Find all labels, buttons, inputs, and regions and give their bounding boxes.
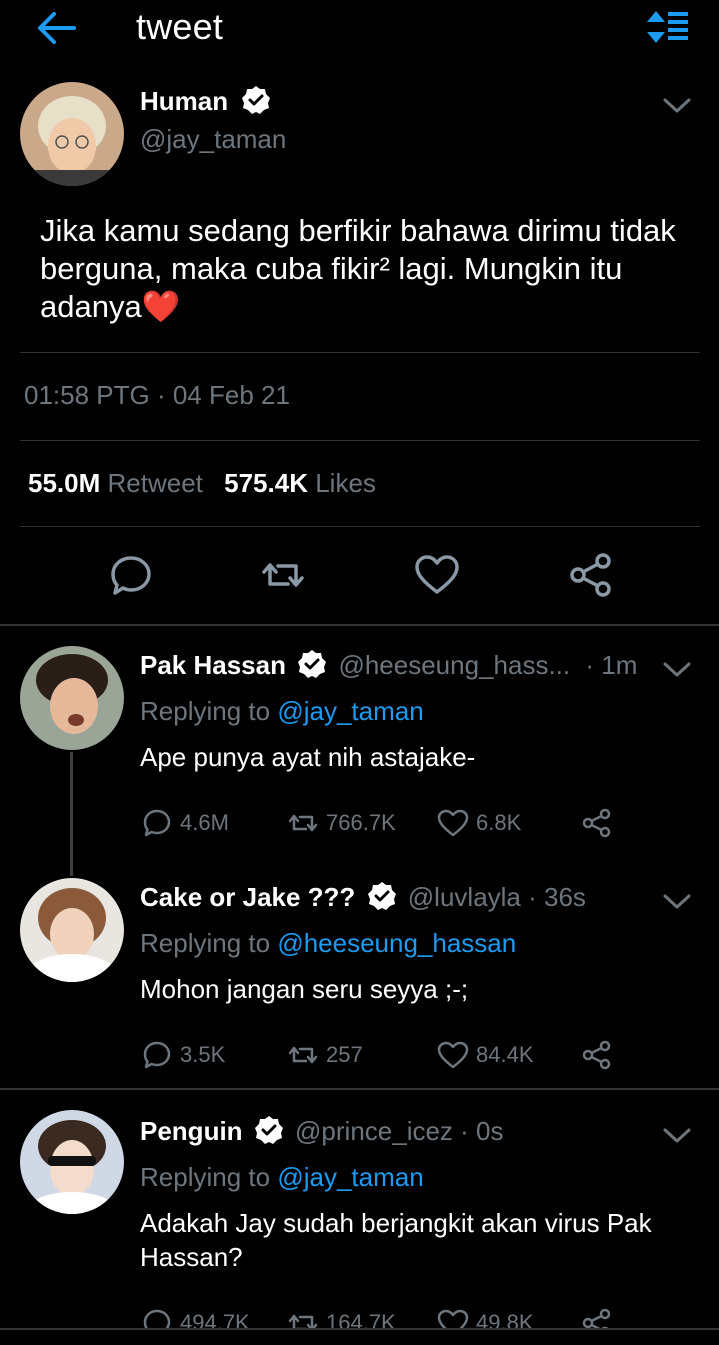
reply-icon: [143, 1309, 171, 1330]
reply-text: Mohon jangan seru seyya ;-;: [140, 974, 469, 1004]
reply-author-handle[interactable]: @heeseung_hass...: [338, 650, 570, 680]
like-icon: [437, 1041, 469, 1069]
retweet-label[interactable]: Retweet: [108, 468, 203, 498]
tweet-timestamp: 01:58 PTG · 04 Feb 21: [24, 380, 290, 410]
replying-to: Replying to @heeseung_hassan: [140, 928, 516, 959]
share-icon[interactable]: [566, 550, 616, 600]
replying-label: Replying to: [140, 696, 271, 726]
reply-button[interactable]: 3.5K: [140, 1038, 225, 1072]
reply-count: 3.5K: [180, 1042, 226, 1067]
avatar[interactable]: [20, 878, 124, 982]
chevron-down-icon[interactable]: [662, 1124, 692, 1146]
reply-header: Pak Hassan @heeseung_hass... · 1m: [140, 650, 637, 681]
retweet-button[interactable]: 257: [286, 1038, 363, 1072]
share-icon[interactable]: [580, 1038, 614, 1072]
retweet-button[interactable]: 164.7K: [286, 1306, 396, 1330]
like-count[interactable]: 575.4K: [224, 468, 308, 498]
reply-time: · 36s: [528, 882, 586, 912]
verified-icon: [254, 1115, 284, 1145]
like-count: 84.4K: [476, 1042, 534, 1067]
replying-to: Replying to @jay_taman: [140, 696, 424, 727]
author-row: Human: [140, 86, 271, 117]
verified-icon: [367, 881, 397, 911]
avatar[interactable]: [20, 1110, 124, 1214]
replying-label: Replying to: [140, 1162, 271, 1192]
share-icon[interactable]: [580, 806, 614, 840]
reply-count: 4.6M: [180, 810, 229, 835]
like-button[interactable]: 49.8K: [436, 1306, 534, 1330]
reply-icon[interactable]: [106, 550, 156, 600]
replying-to-handle[interactable]: @jay_taman: [277, 696, 423, 726]
divider: [20, 440, 700, 441]
reply-icon: [143, 809, 171, 837]
like-icon: [437, 809, 469, 837]
share-icon[interactable]: [580, 1306, 614, 1330]
reply-actions: 494.7K 164.7K 49.8K: [140, 1306, 620, 1330]
avatar[interactable]: [20, 646, 124, 750]
retweet-icon[interactable]: [258, 550, 308, 600]
reply-icon: [143, 1041, 171, 1069]
back-arrow-icon[interactable]: [34, 8, 78, 48]
replying-to-handle[interactable]: @jay_taman: [277, 1162, 423, 1192]
reply-button[interactable]: 494.7K: [140, 1306, 250, 1330]
divider: [20, 352, 700, 353]
thread-line: [70, 752, 73, 876]
like-count: 6.8K: [476, 810, 522, 835]
divider: [0, 624, 719, 626]
retweet-count: 257: [326, 1042, 363, 1067]
reply-author-name[interactable]: Penguin: [140, 1116, 243, 1146]
divider: [0, 1088, 719, 1090]
replying-to: Replying to @jay_taman: [140, 1162, 424, 1193]
sort-icon[interactable]: [644, 8, 690, 46]
replying-label: Replying to: [140, 928, 271, 958]
like-label[interactable]: Likes: [315, 468, 376, 498]
reply-actions: 4.6M 766.7K 6.8K: [140, 806, 620, 842]
reply-time: · 1m: [585, 650, 638, 680]
verified-icon: [297, 649, 327, 679]
divider: [20, 526, 700, 527]
reply-author-name[interactable]: Pak Hassan: [140, 650, 286, 680]
tweet-stats: 55.0M Retweet 575.4K Likes: [28, 468, 376, 499]
chevron-down-icon[interactable]: [662, 94, 692, 116]
like-button[interactable]: 84.4K: [436, 1038, 534, 1072]
reply-actions: 3.5K 257 84.4K: [140, 1038, 620, 1074]
reply-author-handle[interactable]: @luvlayla: [408, 882, 521, 912]
reply-button[interactable]: 4.6M: [140, 806, 229, 840]
chevron-down-icon[interactable]: [662, 890, 692, 912]
page-title: tweet: [136, 6, 224, 47]
divider: [0, 1328, 719, 1330]
reply-time: · 0s: [460, 1116, 504, 1146]
reply-author-handle[interactable]: @prince_icez: [295, 1116, 453, 1146]
avatar[interactable]: [20, 82, 124, 186]
like-count: 49.8K: [476, 1310, 534, 1330]
like-button[interactable]: 6.8K: [436, 806, 521, 840]
retweet-count[interactable]: 55.0M: [28, 468, 100, 498]
retweet-count: 164.7K: [326, 1310, 396, 1330]
reply-header: Cake or Jake ??? @luvlayla · 36s: [140, 882, 586, 913]
reply-text: Ape punya ayat nih astajake-: [140, 742, 476, 772]
replying-to-handle[interactable]: @heeseung_hassan: [277, 928, 516, 958]
retweet-icon: [288, 1314, 318, 1330]
retweet-button[interactable]: 766.7K: [286, 806, 396, 840]
reply-author-name[interactable]: Cake or Jake ???: [140, 882, 355, 912]
author-handle[interactable]: @jay_taman: [140, 124, 286, 155]
chevron-down-icon[interactable]: [662, 658, 692, 680]
author-name[interactable]: Human: [140, 86, 228, 116]
reply-header: Penguin @prince_icez · 0s: [140, 1116, 504, 1147]
verified-icon: [241, 85, 271, 115]
retweet-icon: [288, 814, 318, 832]
like-icon: [437, 1309, 469, 1330]
tweet-text: Jika kamu sedang berfikir bahawa dirimu …: [40, 213, 676, 324]
top-bar: tweet: [0, 0, 719, 60]
reply-count: 494.7K: [180, 1310, 250, 1330]
like-icon[interactable]: [412, 550, 462, 600]
retweet-count: 766.7K: [326, 810, 396, 835]
reply-text: Adakah Jay sudah berjangkit akan virus P…: [140, 1208, 652, 1272]
retweet-icon: [288, 1046, 318, 1064]
